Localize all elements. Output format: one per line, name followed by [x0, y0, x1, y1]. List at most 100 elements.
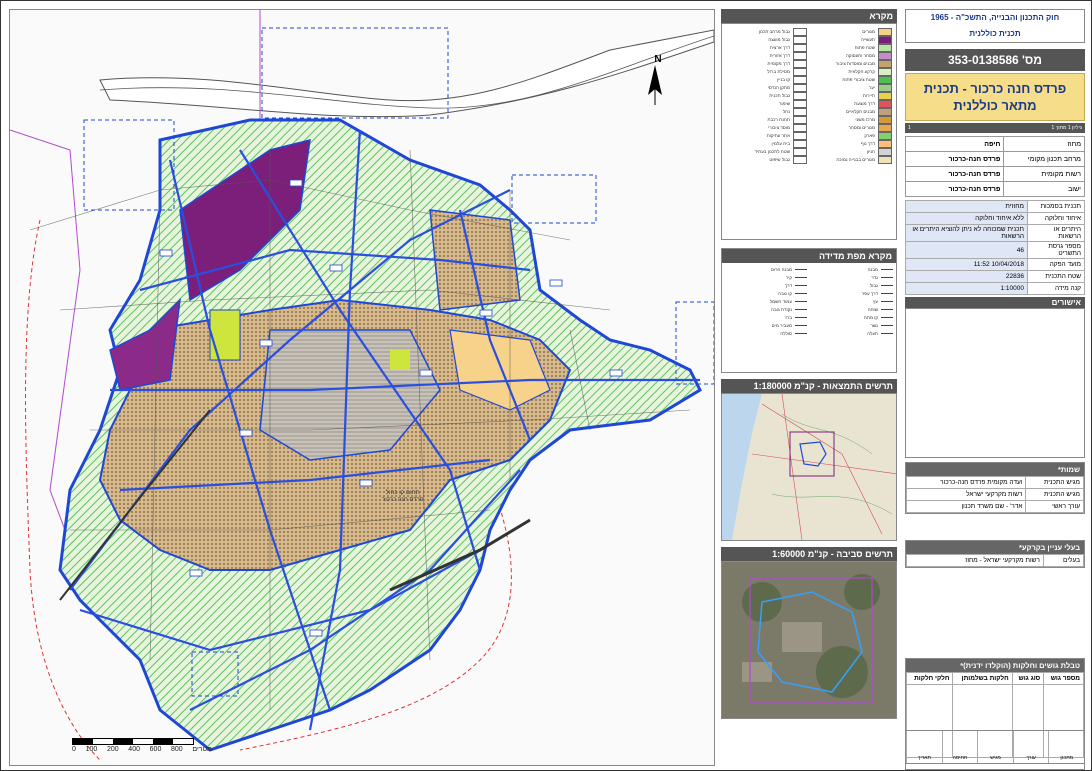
table-row: בעלים רשות מקרקעי ישראל - מחוז: [906, 554, 1085, 567]
survey-legend-symbol: [881, 285, 893, 286]
legend-item: מתקן הנדסי: [726, 83, 807, 92]
location-inset-canvas: [722, 394, 896, 540]
legend-item: בית עלמין: [726, 139, 807, 148]
survey-legend-label: ברז: [785, 315, 792, 320]
legend-label: יער: [868, 85, 875, 90]
survey-legend-label: מבנה: [867, 267, 878, 272]
survey-legend-symbol: [795, 317, 807, 318]
survey-legend-label: עץ: [873, 299, 878, 304]
row-value: אדר' - שם משרד תכנון: [905, 500, 1027, 513]
legend-swatch: [793, 51, 807, 60]
north-arrow-shape: [648, 65, 662, 105]
legend-item: תעשייה: [811, 35, 892, 44]
signature-slot: עורך: [1012, 731, 1049, 763]
row-key: קנה מידה: [1026, 282, 1086, 295]
row-key: עורך ראשי: [1025, 500, 1084, 513]
survey-legend-symbol: [795, 325, 807, 326]
legend-label: תחנת רכבת: [767, 117, 790, 122]
legend-swatch: [878, 91, 892, 100]
legend-swatch: [793, 107, 807, 116]
signature-footer: מתכנן עורך מגיש חתימה תאריך: [905, 730, 1085, 764]
table-row: איחוד וחלוקה ללא איחוד וחלוקה: [905, 212, 1086, 225]
legend-item: דרך נוף: [811, 139, 892, 148]
legend-swatch: [878, 35, 892, 44]
survey-legend-label: קו גובה: [778, 291, 792, 296]
legend-item: קרקע חקלאית: [811, 67, 892, 76]
main-map[interactable]: N תחום קו כחול פרדס חנה כרכור 0 100 200 …: [9, 9, 715, 766]
signature-slot: חתימה: [941, 731, 978, 763]
legend-label: דרך אזורית: [769, 53, 790, 58]
scale-bar-labels: 0 100 200 400 600 800 מטרים: [72, 746, 212, 753]
survey-legend-label: מבנה הרוס: [770, 267, 792, 272]
signature-slot: מגיש: [977, 731, 1013, 763]
survey-legend-symbol: [795, 277, 807, 278]
legend-item: מבנים חקלאיים: [811, 107, 892, 116]
legend-grid: מגורים גבול מרחב תכנון תעשייה גבול מועצה שטח…: [722, 24, 896, 167]
legend-swatch: [878, 83, 892, 92]
scale-bar-graphic: [72, 738, 194, 745]
scale-tick: 600: [149, 746, 162, 753]
legend-item: שטח לתכנון בעתיד: [726, 147, 807, 156]
legend-swatch: [793, 43, 807, 52]
survey-legend-item: סוללה: [725, 330, 807, 337]
survey-legend-item: מעביר מים: [725, 322, 807, 329]
survey-legend-item: קו גובה: [725, 290, 807, 297]
legend-item: מוסד ציבורי: [726, 123, 807, 132]
legend-item: מסחר ותעסוקה: [811, 51, 892, 60]
sheet-frame: N תחום קו כחול פרדס חנה כרכור 0 100 200 …: [0, 0, 1092, 771]
surroundings-inset-map[interactable]: [721, 561, 897, 719]
legend-item: שטח פתוח: [811, 43, 892, 52]
legend-item: גבול תכנית: [726, 91, 807, 100]
signature-slot: מתכנן: [1048, 731, 1084, 763]
survey-legend-item: גדר: [811, 274, 893, 281]
table-row: קנה מידה 1:10000: [905, 282, 1086, 295]
row-key: ישוב: [1003, 181, 1085, 197]
legend-label: דרך מקומית: [767, 61, 790, 66]
scale-tick: 400: [128, 746, 140, 753]
legend-label: מתקן הנדסי: [767, 85, 790, 90]
table-row: היתרים או הרשאות תכנית שמכוחה לא ניתן להו…: [905, 224, 1086, 242]
legend-item: חניון: [811, 147, 892, 156]
parcels-column-header: חלקות בשלמותן: [952, 672, 1013, 685]
survey-legend-label: עמוד חשמל: [769, 299, 792, 304]
row-key: מרחב תכנון מקומי: [1003, 151, 1085, 167]
row-key: רשות מקומית: [1003, 166, 1085, 182]
survey-legend-item: שוחה: [811, 306, 893, 313]
location-inset-title: תרשים התמצאות - קנ"מ 1:180000: [721, 379, 897, 393]
survey-legend-title: מקרא מפת מדידה: [722, 249, 896, 263]
legend-swatch: [878, 147, 892, 156]
legend-swatch: [878, 75, 892, 84]
legend-label: מסחר ותעסוקה: [845, 53, 875, 58]
legend-item: גבול שיפוט: [726, 155, 807, 164]
survey-legend-item: קו מתח: [811, 314, 893, 321]
scale-tick: 100: [85, 746, 98, 753]
legend-swatch: [878, 155, 892, 164]
signatures-box: שמות* מגיש התכנית ועדה מקומית פרדס חנה-כר…: [905, 462, 1085, 514]
legend-swatch: [793, 147, 807, 156]
row-value: פרדס חנה-כרכור: [904, 181, 1005, 197]
legend-swatch: [793, 99, 807, 108]
legend-item: דרך אזורית: [726, 51, 807, 60]
legend-label: דרך נוף: [860, 141, 875, 146]
table-row: מגיש התכנית ועדה מקומית פרדס חנה-כרכור: [905, 476, 1084, 489]
survey-legend-panel: מקרא מפת מדידה מבנה מבנה הרוס גדר קיר גבול דר…: [721, 248, 897, 373]
legend-swatch: [878, 139, 892, 148]
legend-item: מבנים ומוסדות ציבור: [811, 59, 892, 68]
row-key: מועד הפקה: [1026, 258, 1086, 271]
legend-item: תיירות: [811, 91, 892, 100]
row-value: פרדס חנה-כרכור: [904, 151, 1005, 167]
survey-legend-symbol: [881, 317, 893, 318]
survey-legend-symbol: [795, 309, 807, 310]
survey-legend-label: קיר: [785, 275, 792, 280]
survey-legend-item: דרך: [725, 282, 807, 289]
legend-swatch: [878, 27, 892, 36]
legend-label: פארק: [864, 133, 875, 138]
plan-title: פרדס חנה כרכור - תכנית מתאר כוללנית: [905, 73, 1085, 121]
table-row: מחוז חיפה: [904, 136, 1085, 152]
legend-item: יער: [811, 83, 892, 92]
row-value: רשות מקרקעי ישראל: [905, 488, 1027, 501]
location-inset-map[interactable]: [721, 393, 897, 541]
survey-legend-label: סוללה: [780, 331, 792, 336]
survey-legend-label: נקודת גובה: [771, 307, 792, 312]
legend-label: גבול מועצה: [768, 37, 790, 42]
